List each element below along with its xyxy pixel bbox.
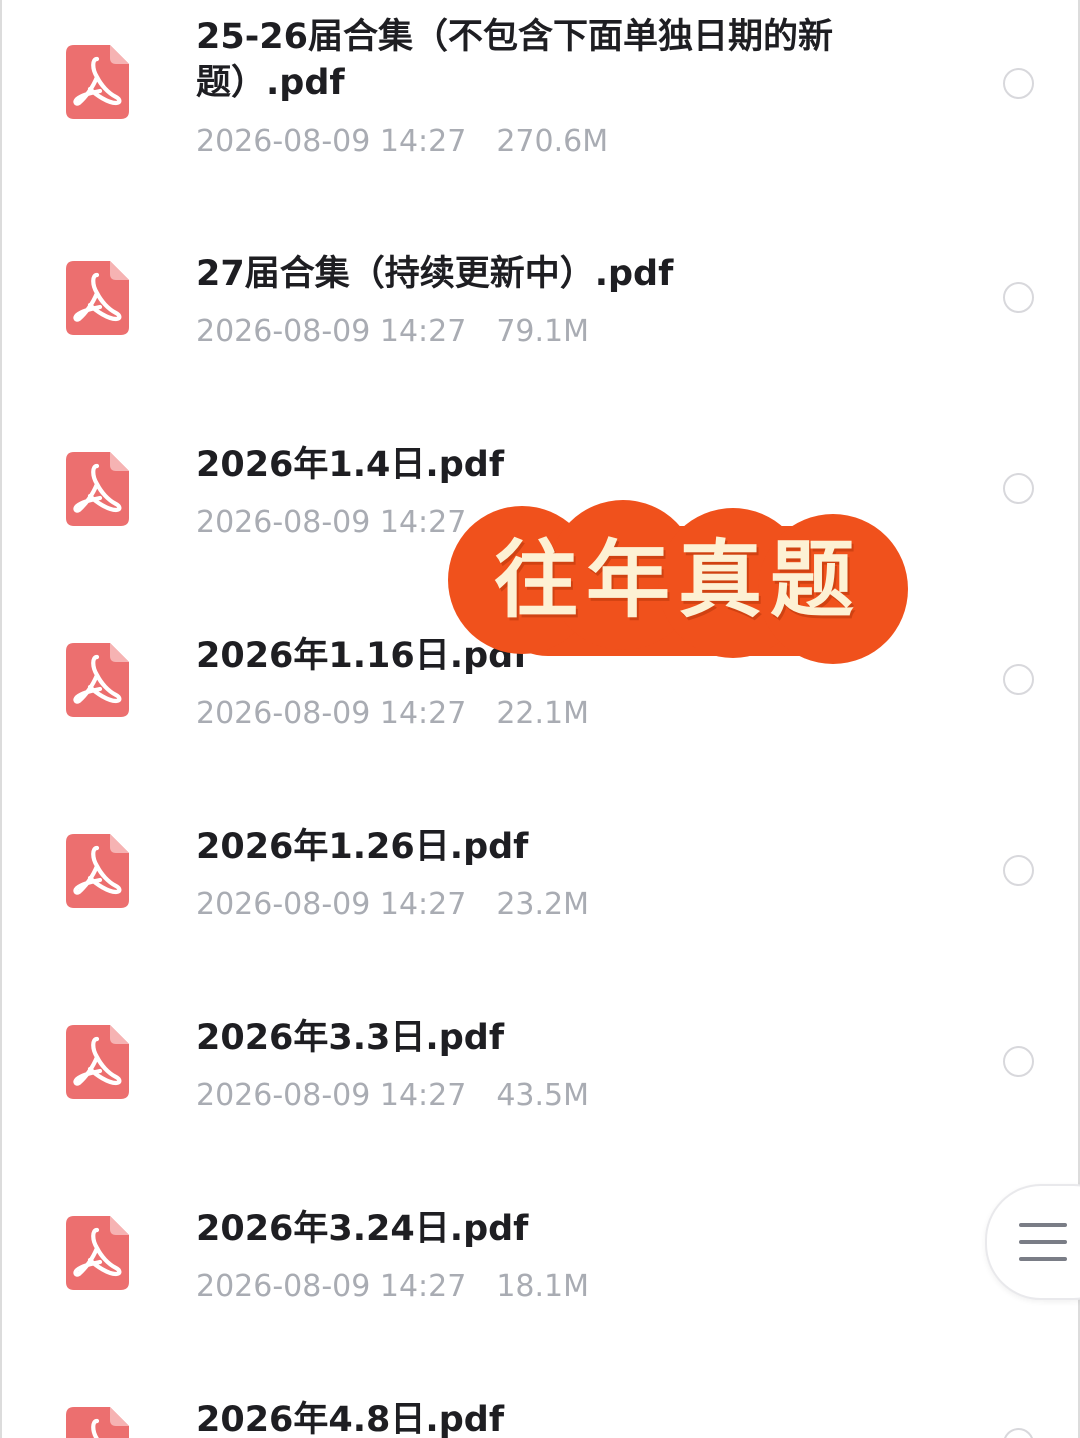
file-date: 2026-08-09 14:27 — [196, 887, 467, 922]
file-name: 25-26届合集（不包含下面单独日期的新题）.pdf — [196, 17, 833, 103]
file-row[interactable]: 2026年1.26日.pdf 2026-08-09 14:27 23.2M — [0, 788, 1080, 979]
file-list: 25-26届合集（不包含下面单独日期的新题）.pdf 2026-08-09 14… — [0, 0, 1080, 1438]
file-row[interactable]: 2026年3.24日.pdf 2026-08-09 14:27 18.1M — [0, 1170, 1080, 1361]
pdf-icon — [66, 643, 129, 717]
select-radio[interactable] — [1003, 68, 1034, 99]
select-radio[interactable] — [1003, 664, 1034, 695]
file-row[interactable]: 2026年3.3日.pdf 2026-08-09 14:27 43.5M — [0, 979, 1080, 1170]
file-name: 2026年3.3日.pdf — [196, 1018, 505, 1058]
file-row[interactable]: 2026年4.8日.pdf — [0, 1361, 1080, 1438]
file-size: 23.2M — [496, 887, 590, 922]
file-name: 2026年1.26日.pdf — [196, 827, 529, 867]
file-row[interactable]: 27届合集（持续更新中）.pdf 2026-08-09 14:27 79.1M — [0, 215, 1080, 406]
select-radio[interactable] — [1003, 1046, 1034, 1077]
file-name: 2026年1.4日.pdf — [196, 445, 505, 485]
file-date: 2026-08-09 14:27 — [196, 505, 467, 540]
file-date: 2026-08-09 14:27 — [196, 1269, 467, 1304]
file-date: 2026-08-09 14:27 — [196, 124, 467, 159]
file-meta: 2026-08-09 14:27 22.1M — [196, 694, 589, 734]
pdf-icon — [66, 834, 129, 908]
file-meta: 2026-08-09 14:27 18.1M — [196, 1267, 589, 1307]
pdf-icon — [66, 452, 129, 526]
pdf-icon — [66, 1407, 129, 1438]
file-date: 2026-08-09 14:27 — [196, 314, 467, 349]
file-date: 2026-08-09 14:27 — [196, 696, 467, 731]
overlay-sticker: 往年真题 — [448, 496, 908, 668]
file-meta: 2026-08-09 14:27 270.6M — [196, 122, 608, 162]
file-meta: 2026-08-09 14:27 79.1M — [196, 312, 589, 352]
pdf-icon — [66, 261, 129, 335]
select-radio[interactable] — [1003, 855, 1034, 886]
file-size: 18.1M — [496, 1269, 590, 1304]
file-meta: 2026-08-09 14:27 43.5M — [196, 1076, 589, 1116]
file-name: 2026年4.8日.pdf — [196, 1400, 505, 1438]
select-radio[interactable] — [1003, 282, 1034, 313]
file-size: 79.1M — [496, 314, 590, 349]
pdf-icon — [66, 45, 129, 119]
pdf-icon — [66, 1216, 129, 1290]
file-size: 43.5M — [496, 1078, 590, 1113]
file-meta: 2026-08-09 14:27 23.2M — [196, 885, 589, 925]
overlay-text: 往年真题 — [493, 530, 862, 629]
pdf-icon — [66, 1025, 129, 1099]
file-size: 22.1M — [496, 696, 590, 731]
file-name: 27届合集（持续更新中）.pdf — [196, 254, 674, 294]
file-row[interactable]: 25-26届合集（不包含下面单独日期的新题）.pdf 2026-08-09 14… — [0, 0, 1080, 191]
file-date: 2026-08-09 14:27 — [196, 1078, 467, 1113]
select-radio[interactable] — [1003, 1428, 1034, 1438]
file-size: 270.6M — [496, 124, 609, 159]
file-name: 2026年3.24日.pdf — [196, 1209, 529, 1249]
select-radio[interactable] — [1003, 473, 1034, 504]
